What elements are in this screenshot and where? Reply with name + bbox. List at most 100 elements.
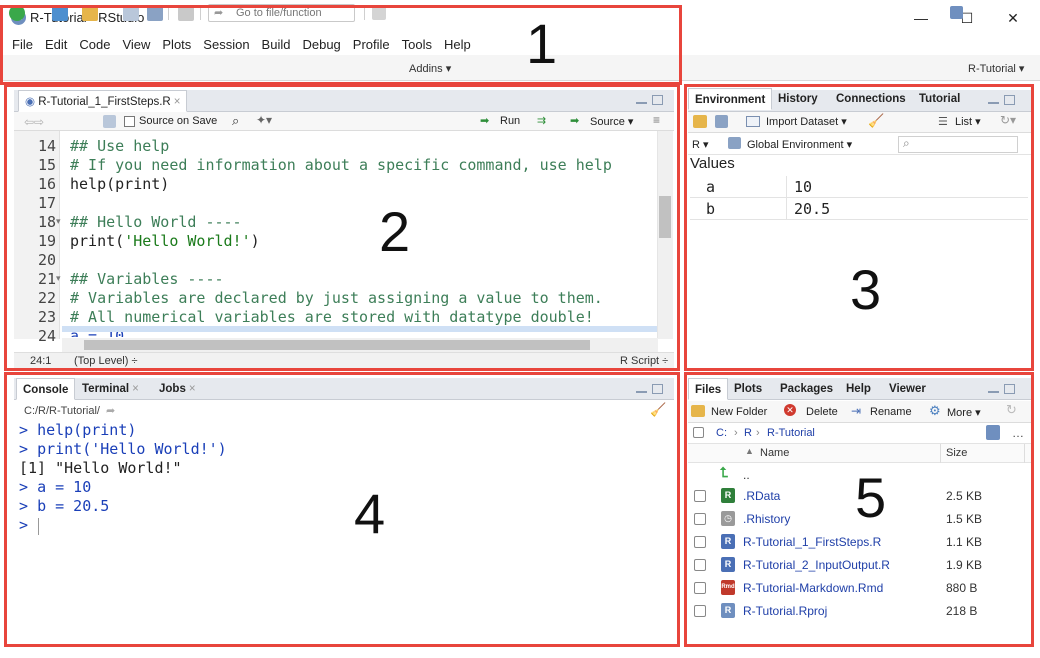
source-button[interactable]: Source ▾ — [590, 115, 633, 128]
menu-edit[interactable]: Edit — [39, 37, 73, 52]
environment-scope-dropdown[interactable]: Global Environment ▾ — [747, 138, 852, 151]
tab-tutorial[interactable]: Tutorial — [913, 88, 966, 110]
clear-console-icon[interactable]: 🧹 — [650, 402, 666, 418]
pane-minimize-icon[interactable] — [636, 384, 647, 393]
tab-editor-file[interactable]: ◉ R-Tutorial_1_FirstSteps.R × — [18, 90, 188, 112]
up-directory-icon[interactable]: ⮤ — [720, 464, 728, 481]
back-forward-icon[interactable]: ⇦⇨ — [24, 115, 44, 129]
grid-layout-icon[interactable] — [372, 6, 386, 20]
file-name-link[interactable]: R-Tutorial_1_FirstSteps.R — [743, 535, 881, 549]
magic-wand-icon[interactable]: ✦▾ — [256, 113, 272, 127]
minimize-button[interactable]: — — [898, 4, 944, 32]
menu-help[interactable]: Help — [438, 37, 477, 52]
tab-connections[interactable]: Connections — [830, 88, 912, 110]
column-name-header[interactable]: Name — [760, 447, 789, 459]
file-row[interactable]: Rmd R-Tutorial-Markdown.Rmd 880 B — [690, 577, 1028, 600]
more-options-icon[interactable]: … — [1012, 426, 1024, 440]
search-icon[interactable]: ⌕ — [232, 113, 239, 129]
project-menu-button[interactable]: R-Tutorial ▾ — [968, 62, 1024, 75]
file-name-link[interactable]: R-Tutorial-Markdown.Rmd — [743, 581, 883, 595]
outline-icon[interactable]: ≡ — [653, 113, 660, 127]
save-all-icon[interactable] — [147, 5, 163, 21]
environment-row[interactable]: b 20.5 — [690, 198, 1028, 220]
code-line[interactable]: ## Variables ---- — [70, 270, 224, 288]
file-type-selector[interactable]: R Script ÷ — [620, 355, 668, 367]
menu-view[interactable]: View — [116, 37, 156, 52]
parent-directory-link[interactable]: .. — [743, 468, 750, 482]
breadcrumb-folder-tutorial[interactable]: R-Tutorial — [767, 427, 815, 439]
file-row[interactable]: R R-Tutorial_1_FirstSteps.R 1.1 KB — [690, 531, 1028, 554]
file-name-link[interactable]: .RData — [743, 489, 780, 503]
delete-button[interactable]: Delete — [806, 406, 838, 418]
rename-button[interactable]: Rename — [870, 406, 912, 418]
refresh-icon[interactable]: ↻▾ — [1000, 113, 1016, 127]
environment-search-input[interactable] — [898, 136, 1018, 153]
import-dataset-button[interactable]: Import Dataset ▾ — [766, 115, 847, 128]
addins-dropdown[interactable]: Addins ▾ — [409, 62, 451, 75]
pane-maximize-icon[interactable] — [652, 95, 663, 105]
tab-help[interactable]: Help — [840, 378, 877, 400]
tab-plots[interactable]: Plots — [728, 378, 768, 400]
file-row[interactable]: R R-Tutorial_2_InputOutput.R 1.9 KB — [690, 554, 1028, 577]
list-view-dropdown[interactable]: List ▾ — [955, 115, 981, 128]
close-button[interactable]: ✕ — [990, 4, 1036, 32]
breadcrumb-drive[interactable]: C: — [716, 427, 727, 439]
pane-minimize-icon[interactable] — [988, 384, 999, 393]
print-icon[interactable] — [178, 5, 194, 21]
menu-tools[interactable]: Tools — [396, 37, 438, 52]
tab-history[interactable]: History — [772, 88, 824, 110]
menu-code[interactable]: Code — [73, 37, 116, 52]
scope-selector[interactable]: (Top Level) ÷ — [74, 355, 138, 367]
file-name-link[interactable]: R-Tutorial_2_InputOutput.R — [743, 558, 890, 572]
select-all-checkbox[interactable] — [693, 427, 704, 438]
code-line[interactable]: # All numerical variables are stored wit… — [70, 308, 594, 326]
code-line[interactable]: print('Hello World!') — [70, 232, 260, 250]
broom-icon[interactable]: 🧹 — [868, 113, 884, 129]
save-icon[interactable] — [123, 5, 139, 21]
code-line[interactable]: help(print) — [70, 175, 169, 193]
language-dropdown[interactable]: R ▾ — [692, 138, 709, 151]
editor-horizontal-scroll-thumb[interactable] — [84, 340, 590, 350]
file-checkbox[interactable] — [694, 582, 706, 594]
code-line[interactable]: ## Use help — [70, 137, 169, 155]
breadcrumb-folder-r[interactable]: R — [744, 427, 752, 439]
new-file-icon[interactable] — [9, 5, 25, 21]
more-button[interactable]: More ▾ — [947, 406, 981, 419]
editor-save-icon[interactable] — [103, 115, 116, 128]
fold-arrow-icon[interactable]: ▾ — [56, 273, 61, 284]
goto-file-input[interactable]: Go to file/function — [208, 4, 355, 22]
save-workspace-icon[interactable] — [715, 115, 728, 128]
tab-packages[interactable]: Packages — [774, 378, 839, 400]
new-project-icon[interactable] — [52, 5, 68, 21]
project-icon[interactable] — [986, 425, 1000, 440]
code-line[interactable]: ## Hello World ---- — [70, 213, 242, 231]
close-tab-icon[interactable]: × — [132, 383, 139, 395]
tab-console[interactable]: Console — [16, 378, 76, 400]
refresh-icon[interactable]: ↻ — [1006, 402, 1017, 418]
load-workspace-icon[interactable] — [693, 115, 707, 128]
open-folder-icon[interactable] — [82, 5, 98, 21]
tab-environment[interactable]: Environment — [688, 88, 773, 110]
tab-terminal[interactable]: Terminal × — [76, 378, 145, 400]
pane-maximize-icon[interactable] — [1004, 95, 1015, 105]
run-button[interactable]: Run — [500, 115, 520, 127]
tab-viewer[interactable]: Viewer — [883, 378, 932, 400]
pane-minimize-icon[interactable] — [988, 95, 999, 104]
file-checkbox[interactable] — [694, 536, 706, 548]
file-checkbox[interactable] — [694, 559, 706, 571]
rerun-icon[interactable]: ⇉ — [537, 114, 546, 127]
column-size-header[interactable]: Size — [946, 447, 967, 459]
file-name-link[interactable]: .Rhistory — [743, 512, 790, 526]
code-line[interactable]: # If you need information about a specif… — [70, 156, 612, 174]
new-folder-button[interactable]: New Folder — [711, 406, 767, 418]
tab-jobs[interactable]: Jobs × — [153, 378, 202, 400]
close-tab-icon[interactable]: × — [189, 383, 196, 395]
pane-maximize-icon[interactable] — [1004, 384, 1015, 394]
file-row[interactable]: R R-Tutorial.Rproj 218 B — [690, 600, 1028, 623]
menu-plots[interactable]: Plots — [156, 37, 197, 52]
file-checkbox[interactable] — [694, 605, 706, 617]
close-tab-icon[interactable]: × — [174, 96, 181, 108]
fold-arrow-icon[interactable]: ▾ — [56, 216, 61, 227]
environment-row[interactable]: a 10 — [690, 176, 1028, 198]
code-line[interactable]: # Variables are declared by just assigni… — [70, 289, 603, 307]
